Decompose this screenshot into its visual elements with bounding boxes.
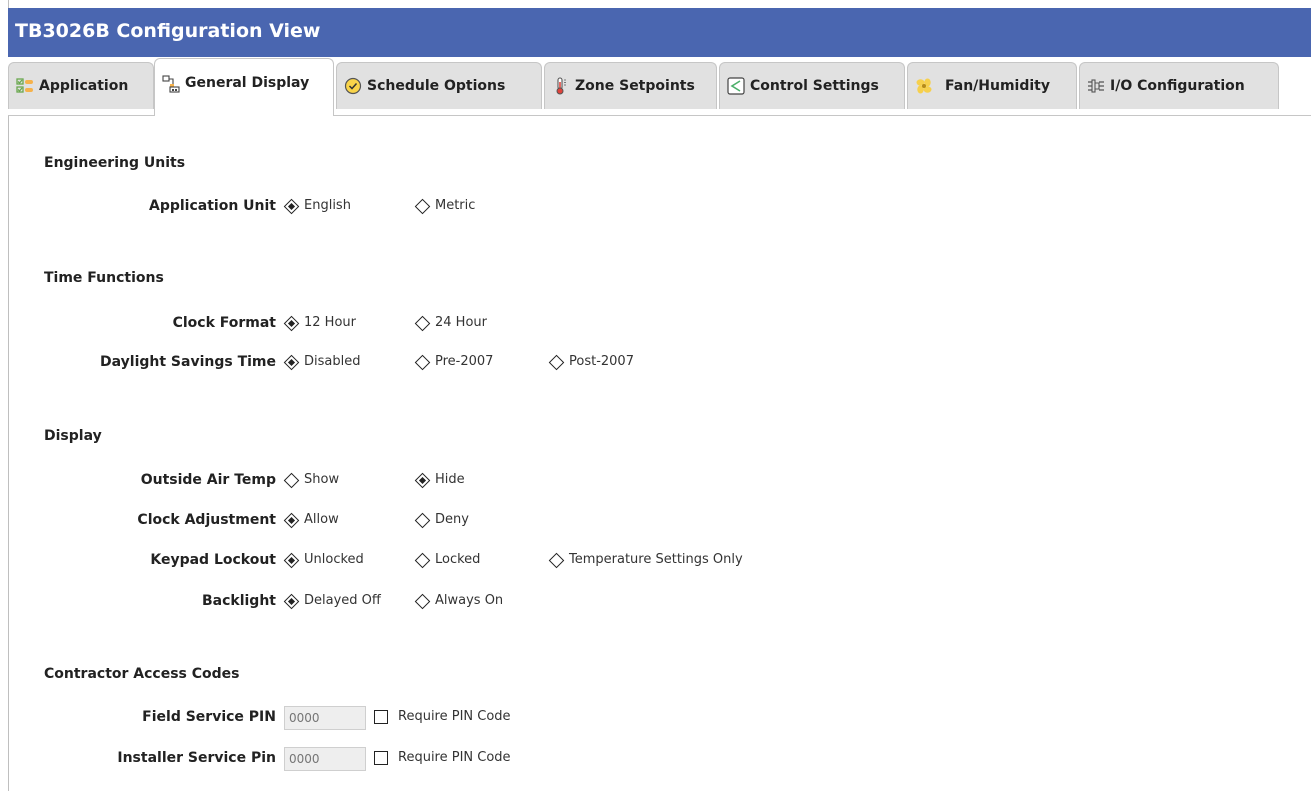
radio-label: Unlocked (304, 552, 364, 567)
radio-label: Disabled (304, 354, 361, 369)
tab-strip: Application General Display Schedule Opt… (8, 57, 1311, 116)
field-service-pin-input[interactable] (284, 706, 366, 730)
radio-label: 24 Hour (435, 315, 487, 330)
radio-unselected-icon (549, 553, 563, 567)
radio-deny[interactable]: Deny (415, 512, 469, 527)
radio-unselected-icon (415, 553, 429, 567)
tab-label: General Display (185, 75, 310, 91)
radio-label: Locked (435, 552, 481, 567)
radio-show[interactable]: Show (284, 472, 339, 487)
installer-service-pin-label: Installer Service Pin (117, 750, 276, 766)
installer-service-pin-input[interactable] (284, 747, 366, 771)
tab-label: Application (39, 78, 129, 94)
tab-io-configuration[interactable]: I/O Configuration (1079, 62, 1279, 109)
radio-selected-icon (284, 594, 298, 608)
checklist-icon (16, 77, 34, 95)
schedule-clock-icon (344, 77, 362, 95)
installer-service-require-pin-checkbox[interactable] (374, 751, 388, 765)
field-service-require-pin-checkbox[interactable] (374, 710, 388, 724)
radio-unselected-icon (284, 473, 298, 487)
radio-pre-2007[interactable]: Pre-2007 (415, 354, 493, 369)
io-configuration-icon (1087, 77, 1105, 95)
window-title: TB3026B Configuration View (15, 20, 321, 42)
radio-selected-icon (284, 316, 298, 330)
thermometer-icon (552, 77, 570, 95)
radio-locked[interactable]: Locked (415, 552, 480, 567)
outside-air-temp-label: Outside Air Temp (140, 472, 276, 488)
tab-zone-setpoints[interactable]: Zone Setpoints (544, 62, 717, 109)
clock-format-label: Clock Format (172, 315, 276, 331)
radio-selected-icon (284, 513, 298, 527)
tab-fan-humidity[interactable]: Fan/Humidity (907, 62, 1077, 109)
radio-unselected-icon (415, 513, 429, 527)
radio-label: Deny (435, 512, 469, 527)
clock-adjustment-label: Clock Adjustment (137, 512, 276, 528)
tab-label: Schedule Options (367, 78, 506, 94)
section-title-time-functions: Time Functions (44, 270, 164, 286)
tab-general-display[interactable]: General Display (154, 58, 334, 116)
radio-label: Hide (435, 472, 465, 487)
radio-unlocked[interactable]: Unlocked (284, 552, 364, 567)
radio-unselected-icon (549, 355, 563, 369)
radio-label: 12 Hour (304, 315, 356, 330)
radio-label: Show (304, 472, 340, 487)
radio-english[interactable]: English (284, 198, 351, 213)
radio-label: Always On (435, 593, 504, 608)
backlight-label: Backlight (201, 593, 276, 609)
radio-label: Temperature Settings Only (569, 552, 743, 567)
radio-selected-icon (284, 553, 298, 567)
section-title-contractor-access-codes: Contractor Access Codes (44, 666, 240, 682)
radio-24-hour[interactable]: 24 Hour (415, 315, 487, 330)
display-settings-icon (162, 75, 180, 93)
radio-label: Metric (435, 198, 476, 213)
radio-label: English (304, 198, 351, 213)
tab-label: Control Settings (750, 78, 879, 94)
fan-icon (915, 77, 933, 95)
radio-label: Post-2007 (569, 354, 634, 369)
radio-label: Pre-2007 (435, 354, 494, 369)
application-unit-label: Application Unit (149, 198, 276, 214)
tab-schedule-options[interactable]: Schedule Options (336, 62, 542, 109)
radio-unselected-icon (415, 355, 429, 369)
tab-application[interactable]: Application (8, 62, 154, 109)
keypad-lockout-label: Keypad Lockout (150, 552, 276, 568)
radio-allow[interactable]: Allow (284, 512, 339, 527)
radio-selected-icon (284, 355, 298, 369)
radio-unselected-icon (415, 316, 429, 330)
title-bar: TB3026B Configuration View (8, 8, 1311, 57)
radio-post-2007[interactable]: Post-2007 (549, 354, 634, 369)
field-service-require-pin-label: Require PIN Code (398, 709, 511, 724)
radio-hide[interactable]: Hide (415, 472, 465, 487)
section-title-display: Display (44, 428, 102, 444)
radio-delayed-off[interactable]: Delayed Off (284, 593, 381, 608)
section-title-engineering-units: Engineering Units (44, 155, 186, 171)
field-service-pin-label: Field Service PIN (142, 709, 276, 725)
radio-metric[interactable]: Metric (415, 198, 475, 213)
radio-label: Delayed Off (304, 593, 381, 608)
radio-selected-icon (415, 473, 429, 487)
tab-label: Fan/Humidity (945, 78, 1050, 94)
radio-unselected-icon (415, 199, 429, 213)
installer-service-require-pin-label: Require PIN Code (398, 750, 511, 765)
daylight-savings-label: Daylight Savings Time (100, 354, 276, 370)
radio-unselected-icon (415, 594, 429, 608)
control-settings-icon (727, 77, 745, 95)
tab-control-settings[interactable]: Control Settings (719, 62, 905, 109)
radio-12-hour[interactable]: 12 Hour (284, 315, 356, 330)
radio-label: Allow (304, 512, 339, 527)
radio-disabled[interactable]: Disabled (284, 354, 360, 369)
tab-label: Zone Setpoints (575, 78, 695, 94)
radio-always-on[interactable]: Always On (415, 593, 503, 608)
tab-label: I/O Configuration (1110, 78, 1245, 94)
radio-temperature-settings-only[interactable]: Temperature Settings Only (549, 552, 743, 567)
radio-selected-icon (284, 199, 298, 213)
